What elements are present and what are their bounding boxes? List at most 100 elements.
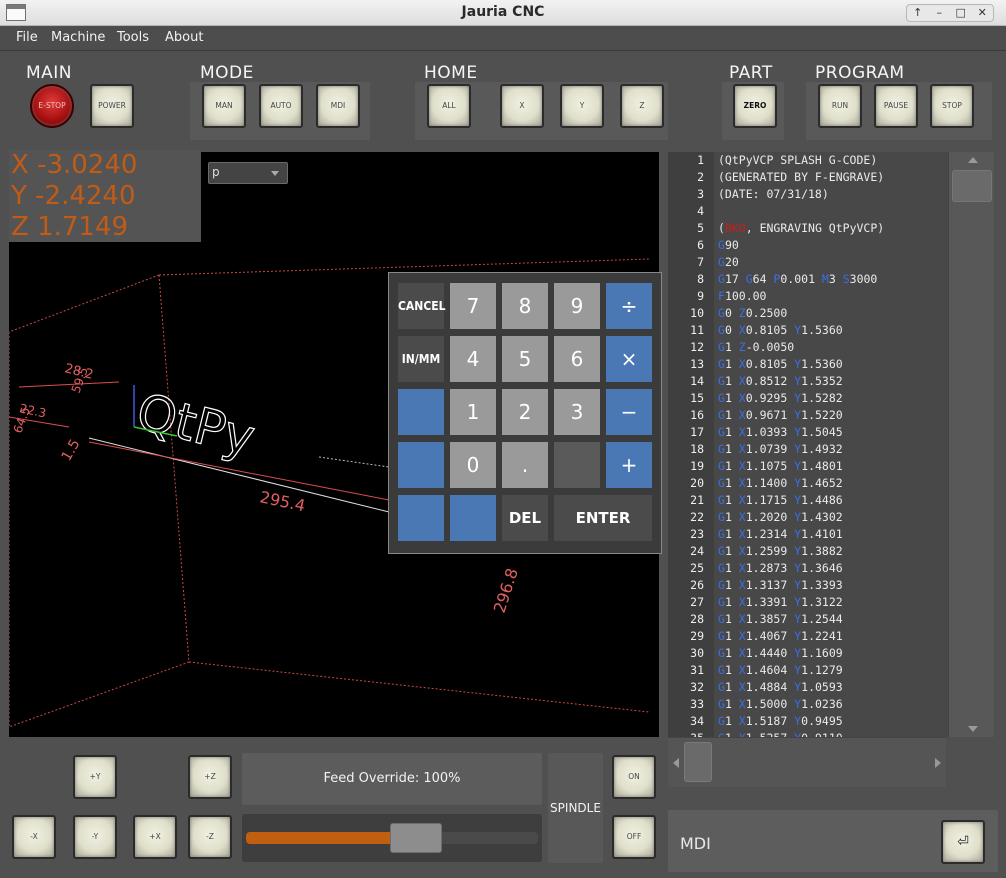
keypad-0-button[interactable]: 0 xyxy=(450,442,496,488)
keypad-8-button[interactable]: 8 xyxy=(502,283,548,329)
program-stop-button[interactable]: STOP xyxy=(930,84,974,128)
keypad-3-button[interactable]: 3 xyxy=(554,389,600,435)
mode-mdi-button[interactable]: MDI xyxy=(316,84,360,128)
gcode-line[interactable]: 1 (QtPyVCP SPLASH G-CODE) xyxy=(668,152,948,169)
keypad-in-mm-button[interactable]: IN/MM xyxy=(398,336,444,382)
gcode-line[interactable]: 32 G1 X1.4884 Y1.0593 xyxy=(668,679,948,696)
gcode-line[interactable]: 6 G90 xyxy=(668,237,948,254)
jog-minus-z-button[interactable]: -Z xyxy=(188,815,232,859)
gcode-line[interactable]: 35 G1 X1.5257 Y0.9110 xyxy=(668,730,948,737)
gcode-line[interactable]: 24 G1 X1.2599 Y1.3882 xyxy=(668,543,948,560)
jog-plus-z-button[interactable]: +Z xyxy=(188,755,232,799)
gcode-line[interactable]: 27 G1 X1.3391 Y1.3122 xyxy=(668,594,948,611)
gcode-horizontal-scrollbar[interactable] xyxy=(668,737,946,787)
spindle-on-button[interactable]: ON xyxy=(612,755,656,799)
gcode-line[interactable]: 26 G1 X1.3137 Y1.3393 xyxy=(668,577,948,594)
gcode-line[interactable]: 20 G1 X1.1400 Y1.4652 xyxy=(668,475,948,492)
keypad-divide-button[interactable]: ÷ xyxy=(606,283,652,329)
keypad-4-button[interactable]: 4 xyxy=(450,336,496,382)
jog-minus-x-button[interactable]: -X xyxy=(12,815,56,859)
gcode-line[interactable]: 31 G1 X1.4604 Y1.1279 xyxy=(668,662,948,679)
slider-handle[interactable] xyxy=(390,823,442,853)
scroll-down-icon[interactable] xyxy=(968,726,978,732)
gcode-line[interactable]: 28 G1 X1.3857 Y1.2544 xyxy=(668,611,948,628)
view-select[interactable]: p xyxy=(208,162,288,184)
mode-auto-button[interactable]: AUTO xyxy=(259,84,303,128)
program-run-button[interactable]: RUN xyxy=(818,84,862,128)
feed-override-slider[interactable] xyxy=(242,814,542,862)
scroll-left-icon[interactable] xyxy=(673,758,679,768)
gcode-line[interactable]: 21 G1 X1.1715 Y1.4486 xyxy=(668,492,948,509)
power-button[interactable]: POWER xyxy=(90,84,134,128)
shade-window-button[interactable]: ↑ xyxy=(907,5,929,21)
menu-tools[interactable]: Tools xyxy=(117,30,149,45)
gcode-line[interactable]: 15 G1 X0.9295 Y1.5282 xyxy=(668,390,948,407)
keypad-decimal-button[interactable]: . xyxy=(502,442,548,488)
home-x-button[interactable]: X xyxy=(500,84,544,128)
gcode-line[interactable]: 14 G1 X0.8512 Y1.5352 xyxy=(668,373,948,390)
gcode-line[interactable]: 33 G1 X1.5000 Y1.0236 xyxy=(668,696,948,713)
keypad-blank-button[interactable] xyxy=(398,495,444,541)
gcode-line[interactable]: 30 G1 X1.4440 Y1.1609 xyxy=(668,645,948,662)
gcode-line[interactable]: 34 G1 X1.5187 Y0.9495 xyxy=(668,713,948,730)
keypad-plus-button[interactable]: + xyxy=(606,442,652,488)
keypad-cancel-button[interactable]: CANCEL xyxy=(398,283,446,329)
gcode-line[interactable]: 3 (DATE: 07/31/18) xyxy=(668,186,948,203)
keypad-blank-button[interactable] xyxy=(450,495,496,541)
menu-file[interactable]: File xyxy=(16,30,38,45)
gcode-line[interactable]: 12 G1 Z-0.0050 xyxy=(668,339,948,356)
scroll-right-icon[interactable] xyxy=(935,758,941,768)
keypad-2-button[interactable]: 2 xyxy=(502,389,548,435)
gcode-line[interactable]: 13 G1 X0.8105 Y1.5360 xyxy=(668,356,948,373)
gcode-line[interactable]: 22 G1 X1.2020 Y1.4302 xyxy=(668,509,948,526)
estop-button[interactable]: E-STOP xyxy=(30,84,74,128)
gcode-line[interactable]: 4 xyxy=(668,203,948,220)
maximize-window-button[interactable]: □ xyxy=(950,5,972,21)
keypad-blank-button[interactable] xyxy=(554,442,600,488)
scroll-thumb[interactable] xyxy=(684,742,712,782)
gcode-line[interactable]: 29 G1 X1.4067 Y1.2241 xyxy=(668,628,948,645)
mode-manual-button[interactable]: MAN xyxy=(202,84,246,128)
keypad-1-button[interactable]: 1 xyxy=(450,389,496,435)
scroll-thumb[interactable] xyxy=(952,170,992,202)
gcode-line[interactable]: 18 G1 X1.0739 Y1.4932 xyxy=(668,441,948,458)
gcode-line[interactable]: 9 F100.00 xyxy=(668,288,948,305)
home-z-button[interactable]: Z xyxy=(620,84,664,128)
gcode-line[interactable]: 25 G1 X1.2873 Y1.3646 xyxy=(668,560,948,577)
scroll-up-icon[interactable] xyxy=(968,157,978,163)
spindle-off-button[interactable]: OFF xyxy=(612,815,656,859)
keypad-blank-button[interactable] xyxy=(398,442,444,488)
keypad-9-button[interactable]: 9 xyxy=(554,283,600,329)
gcode-line[interactable]: 17 G1 X1.0393 Y1.5045 xyxy=(668,424,948,441)
jog-plus-x-button[interactable]: +X xyxy=(133,815,177,859)
gcode-line[interactable]: 10 G0 Z0.2500 xyxy=(668,305,948,322)
gcode-line[interactable]: 16 G1 X0.9671 Y1.5220 xyxy=(668,407,948,424)
gcode-line[interactable]: 5 (BKO, ENGRAVING QtPyVCP) xyxy=(668,220,948,237)
menu-about[interactable]: About xyxy=(165,30,203,45)
home-all-button[interactable]: ALL xyxy=(427,84,471,128)
keypad-blank-button[interactable] xyxy=(398,389,444,435)
gcode-line[interactable]: 8 G17 G64 P0.001 M3 S3000 xyxy=(668,271,948,288)
keypad-5-button[interactable]: 5 xyxy=(502,336,548,382)
keypad-enter-button[interactable]: ENTER xyxy=(554,495,652,541)
menu-machine[interactable]: Machine xyxy=(51,30,105,45)
mdi-enter-icon[interactable]: ⏎ xyxy=(941,820,985,864)
gcode-line[interactable]: 2 (GENERATED BY F-ENGRAVE) xyxy=(668,169,948,186)
jog-plus-y-button[interactable]: +Y xyxy=(73,755,117,799)
jog-minus-y-button[interactable]: -Y xyxy=(73,815,117,859)
gcode-line[interactable]: 7 G20 xyxy=(668,254,948,271)
gcode-line[interactable]: 11 G0 X0.8105 Y1.5360 xyxy=(668,322,948,339)
gcode-vertical-scrollbar[interactable] xyxy=(948,152,994,737)
keypad-6-button[interactable]: 6 xyxy=(554,336,600,382)
part-zero-button[interactable]: ZERO xyxy=(733,84,777,128)
minimize-window-button[interactable]: – xyxy=(929,5,951,21)
keypad-multiply-button[interactable]: × xyxy=(606,336,652,382)
gcode-line[interactable]: 19 G1 X1.1075 Y1.4801 xyxy=(668,458,948,475)
close-window-button[interactable]: ✕ xyxy=(972,5,994,21)
program-pause-button[interactable]: PAUSE xyxy=(874,84,918,128)
keypad-del-button[interactable]: DEL xyxy=(502,495,548,541)
gcode-editor[interactable]: 1 (QtPyVCP SPLASH G-CODE) 2 (GENERATED BY F… xyxy=(668,152,948,737)
home-y-button[interactable]: Y xyxy=(560,84,604,128)
keypad-minus-button[interactable]: − xyxy=(606,389,652,435)
keypad-7-button[interactable]: 7 xyxy=(450,283,496,329)
